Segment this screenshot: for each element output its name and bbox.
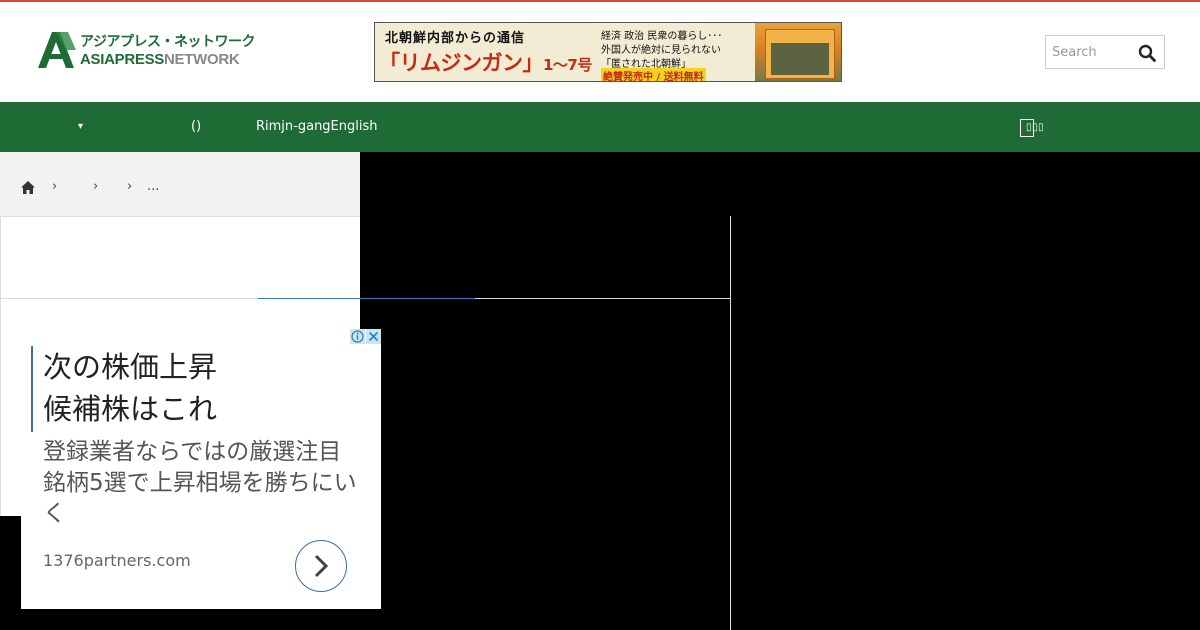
logo-english-text: ASIAPRESSNETWORK xyxy=(80,51,240,68)
home-icon[interactable] xyxy=(20,180,36,195)
banner-top-text: 北朝鮮内部からの通信 xyxy=(385,31,526,46)
display-ad[interactable]: 次の株価上昇 候補株はこれ 登録業者ならではの厳選注目銘柄5選で上昇相場を勝ちに… xyxy=(21,329,381,609)
ad-headline: 次の株価上昇 候補株はこれ xyxy=(31,346,361,432)
breadcrumb-separator: › xyxy=(93,179,99,194)
breadcrumb-separator: › xyxy=(52,179,58,194)
active-tab-underline xyxy=(258,298,475,299)
banner-line-2: 外国人が絶対に見られない xyxy=(601,45,721,56)
asiapress-logo-icon xyxy=(38,32,76,68)
ad-headline-line-2: 候補株はこれ xyxy=(43,392,218,426)
nav-dropdown-caret[interactable]: ▾ xyxy=(78,121,83,132)
search-box xyxy=(1045,35,1165,69)
banner-line-1: 経済 政治 民衆の暮らし･･･ xyxy=(601,31,723,42)
nav-item-paren[interactable]: () xyxy=(191,119,201,134)
site-logo[interactable]: アジアプレス・ネットワーク ASIAPRESSNETWORK xyxy=(36,30,255,74)
close-icon[interactable] xyxy=(366,329,381,344)
ad-domain: 1376partners.com xyxy=(43,551,191,570)
main-navigation: ▾ () Rimjn-gangEnglish ▯▯▯ xyxy=(0,102,1200,152)
logo-japanese-text: アジアプレス・ネットワーク xyxy=(80,34,255,50)
breadcrumb-separator: › xyxy=(127,179,133,194)
search-input[interactable] xyxy=(1046,36,1136,68)
ad-headline-line-1: 次の株価上昇 xyxy=(43,350,218,384)
banner-title: 「リムジンガン」1〜7号 xyxy=(379,51,592,75)
ad-body-text: 登録業者ならではの厳選注目銘柄5選で上昇相場を勝ちにいく xyxy=(43,439,357,527)
adchoices-info-icon[interactable] xyxy=(350,329,365,344)
chevron-right-icon xyxy=(314,554,329,578)
ad-go-button[interactable] xyxy=(295,540,347,592)
breadcrumb-ellipsis: ... xyxy=(147,179,160,194)
banner-sale-label: 絶賛発売中 / 送料無料 xyxy=(601,68,706,81)
rimjingang-banner-ad[interactable]: 北朝鮮内部からの通信 「リムジンガン」1〜7号 経済 政治 民衆の暮らし･･･ … xyxy=(374,22,842,82)
banner-book-covers-image xyxy=(755,23,841,81)
vertical-divider xyxy=(730,216,731,630)
search-icon[interactable] xyxy=(1138,44,1156,62)
nav-item-rimjingang-english[interactable]: Rimjn-gangEnglish xyxy=(256,119,378,134)
nav-right-text: ▯▯▯ xyxy=(1026,122,1045,133)
breadcrumb: › › › ... xyxy=(0,152,360,217)
site-header: アジアプレス・ネットワーク ASIAPRESSNETWORK 北朝鮮内部からの通… xyxy=(0,2,1200,102)
